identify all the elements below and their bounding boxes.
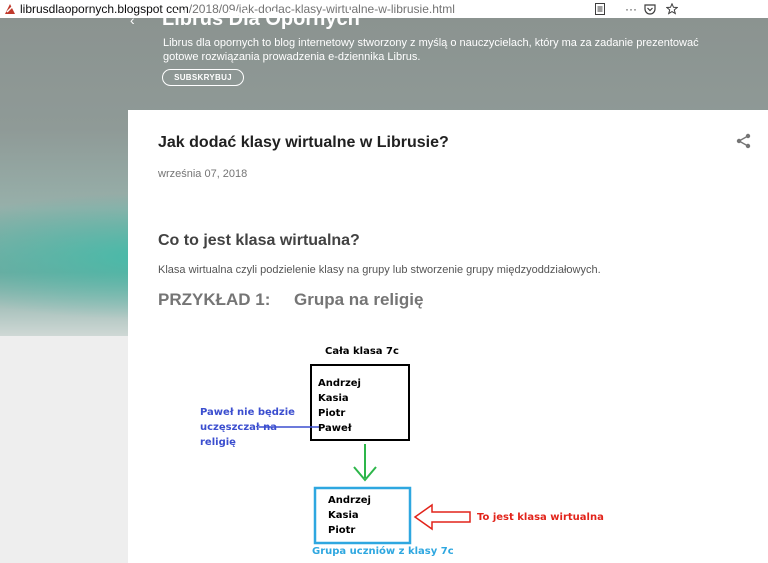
blog-title[interactable]: Librus Dla Opornych — [162, 8, 360, 31]
reader-view-icon[interactable] — [593, 0, 607, 18]
group-student: Kasia — [328, 510, 359, 521]
note-line: religię — [200, 437, 236, 448]
post-card: Jak dodać klasy wirtualne w Librusie? wr… — [128, 110, 768, 563]
virtual-class-label: To jest klasa wirtualna — [477, 512, 604, 523]
absent-student-note: Paweł nie będzie uczęszczał na religię — [200, 405, 295, 450]
section-heading: Co to jest klasa wirtualna? — [158, 232, 360, 249]
browser-url-bar[interactable]: librusdlaopornych.blogspot.com/2018/09/j… — [0, 0, 768, 19]
section-paragraph: Klasa wirtualna czyli podzielenie klasy … — [158, 264, 601, 276]
group-caption: Grupa uczniów z klasy 7c — [312, 546, 454, 557]
subscribe-button[interactable]: SUBSKRYBUJ — [162, 69, 244, 86]
bookmark-star-icon[interactable] — [664, 0, 680, 18]
post-date[interactable]: września 07, 2018 — [158, 168, 247, 180]
note-line: uczęszczał na — [200, 422, 277, 433]
pocket-icon[interactable] — [642, 0, 658, 18]
whole-class-caption: Cała klasa 7c — [325, 346, 399, 357]
note-line: Paweł nie będzie — [200, 407, 295, 418]
whole-class-student: Piotr — [318, 408, 346, 419]
group-student: Piotr — [328, 525, 356, 536]
group-student: Andrzej — [328, 495, 371, 506]
whole-class-student: Kasia — [318, 393, 349, 404]
example-heading: PRZYKŁAD 1: Grupa na religię — [158, 290, 424, 309]
site-favicon-icon — [4, 3, 16, 15]
whole-class-student: Paweł — [318, 423, 352, 434]
whole-class-student: Andrzej — [318, 378, 361, 389]
share-icon[interactable] — [735, 132, 753, 150]
page-actions-menu-icon[interactable]: ··· — [622, 0, 640, 18]
blog-description: Librus dla opornych to blog internetowy … — [163, 37, 699, 63]
back-chevron-icon[interactable]: ‹ — [130, 12, 135, 28]
post-title[interactable]: Jak dodać klasy wirtualne w Librusie? — [158, 134, 449, 152]
